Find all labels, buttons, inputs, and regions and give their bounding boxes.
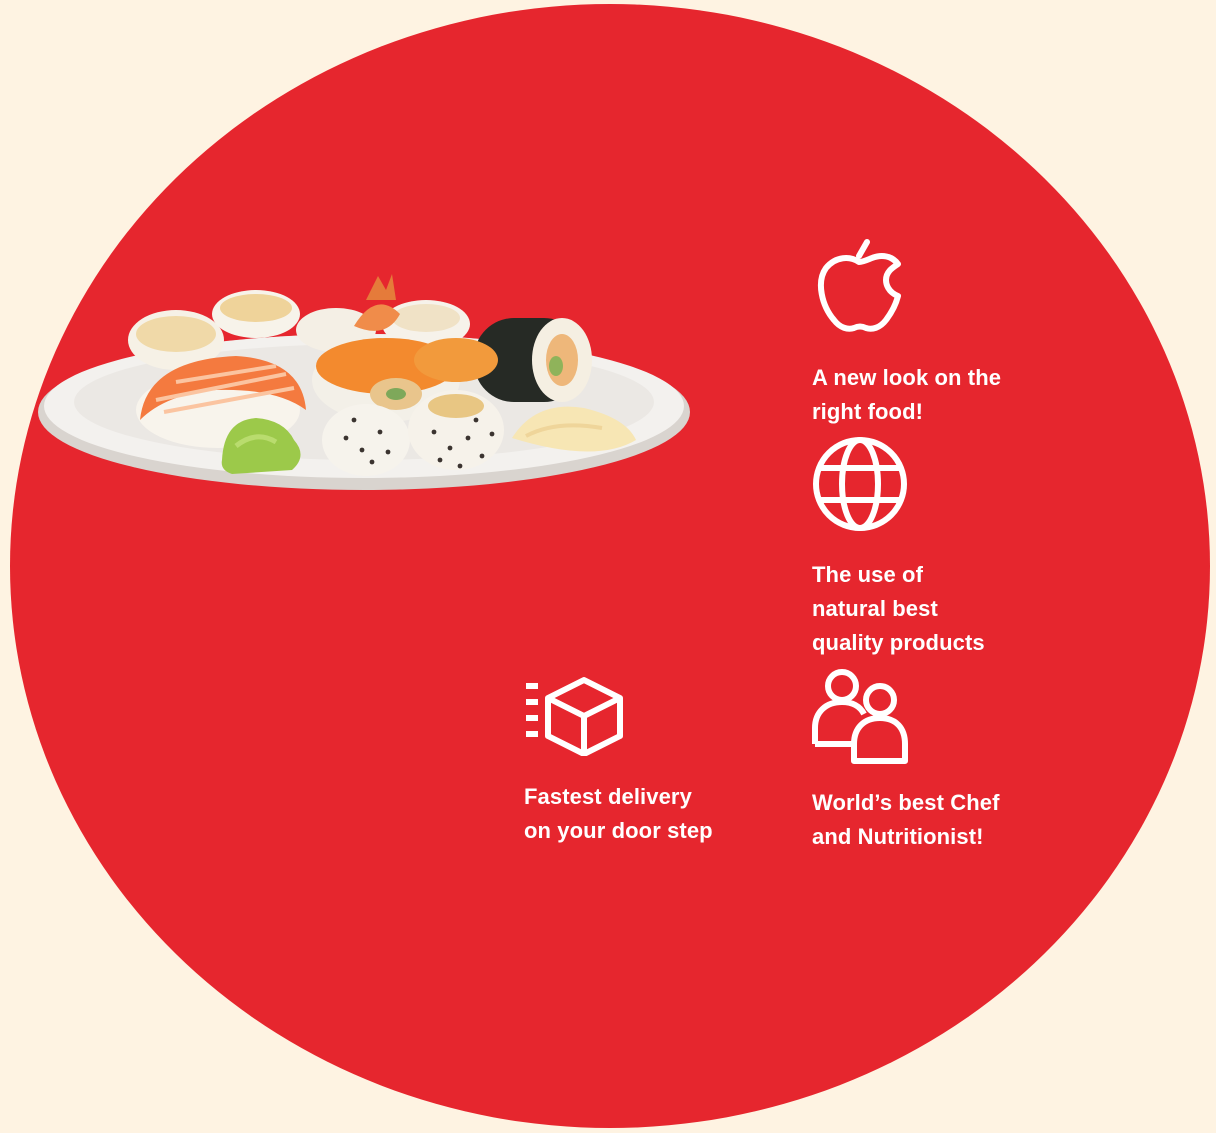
feature-fast-delivery-text: Fastest delivery on your door step: [524, 784, 713, 843]
feature-fresh-food-text: A new look on the right food!: [812, 365, 1002, 424]
delivery-box-icon: [526, 677, 623, 756]
red-circle-backdrop: [10, 4, 1210, 1128]
chef-people-icon: [812, 669, 908, 764]
feature-best-chef: World’s best Chef and Nutritionist!: [812, 668, 1000, 854]
globe-icon: [813, 437, 907, 531]
feature-fast-delivery: Fastest delivery on your door step: [524, 676, 713, 848]
feature-best-chef-text: World’s best Chef and Nutritionist!: [812, 790, 1000, 849]
feature-natural-products-text: The use of natural best quality products: [812, 562, 985, 655]
feature-fresh-food: A new look on the right food!: [812, 238, 1001, 429]
sushi-plate-image: [38, 274, 690, 490]
feature-natural-products: The use of natural best quality products: [812, 436, 985, 660]
apple-icon: [817, 239, 901, 332]
